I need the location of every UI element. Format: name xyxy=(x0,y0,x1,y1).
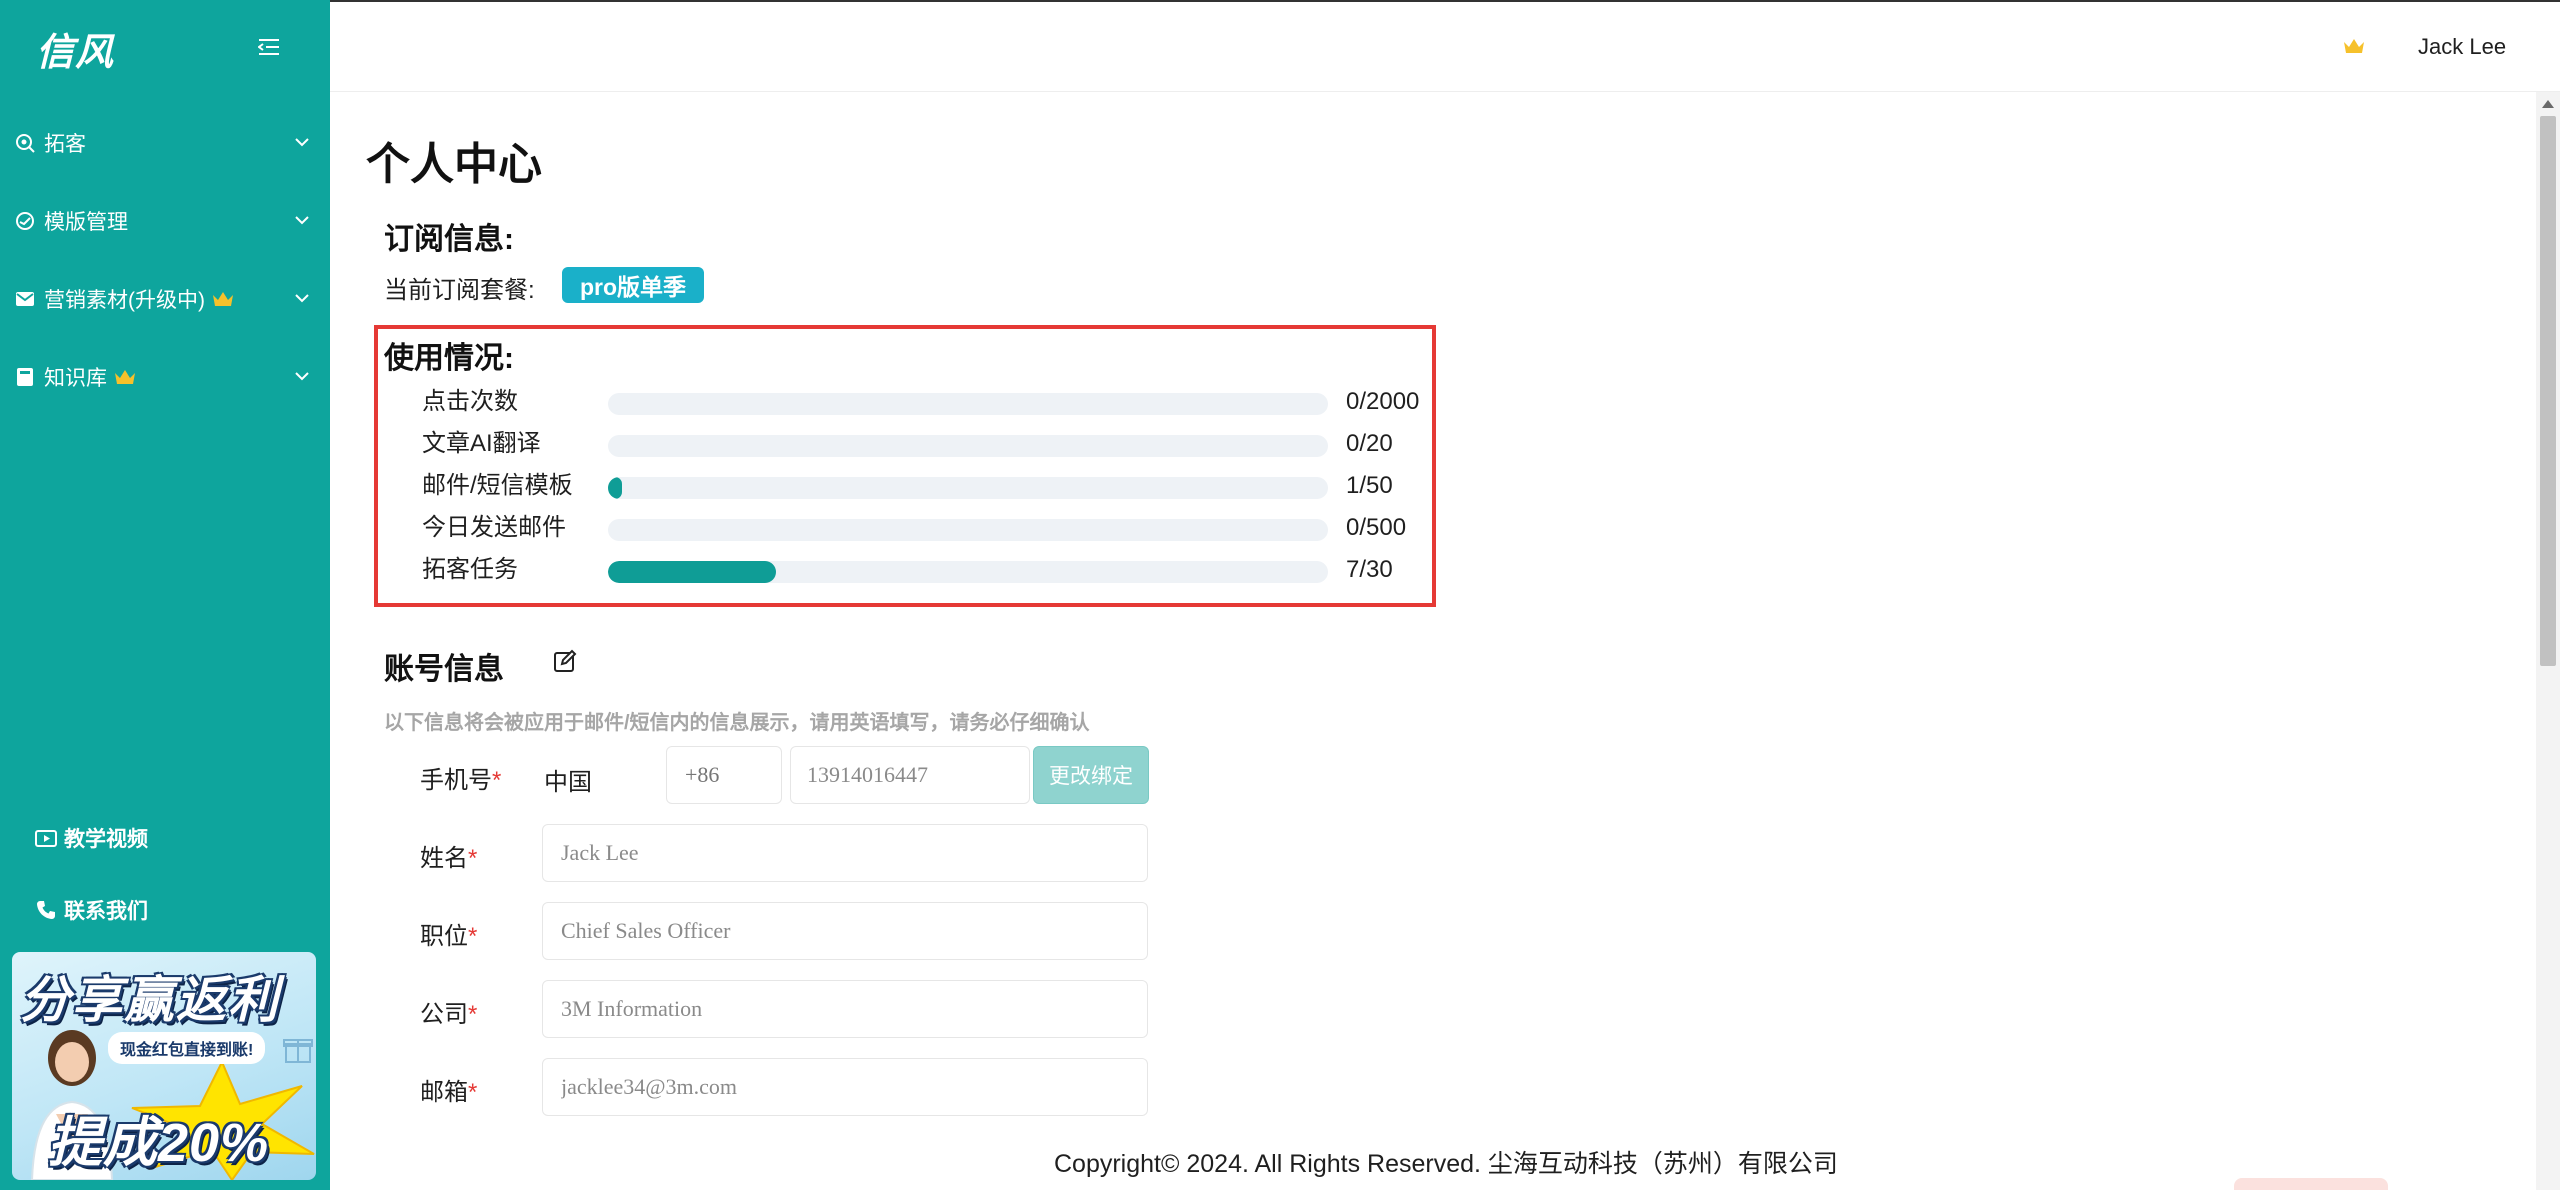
scrollbar-thumb[interactable] xyxy=(2540,116,2556,666)
sidebar-nav: 拓客 模版管理 营销素材(升级中) 知识库 xyxy=(0,104,330,416)
usage-row: 邮件/短信模板 1/50 xyxy=(378,469,1432,503)
position-input[interactable] xyxy=(542,902,1148,960)
chevron-down-icon[interactable] xyxy=(292,288,312,308)
vip-crown-icon xyxy=(113,367,137,387)
name-label-text: 姓名 xyxy=(420,845,468,872)
search-target-icon xyxy=(14,132,36,154)
phone-label-text: 手机号 xyxy=(420,767,492,794)
email-label-text: 邮箱 xyxy=(420,1079,468,1106)
usage-row: 文章AI翻译 0/20 xyxy=(378,427,1432,461)
account-hint: 以下信息将会被应用于邮件/短信内的信息展示，请用英语填写，请务必仔细确认 xyxy=(384,712,1090,734)
vip-crown-icon[interactable] xyxy=(2342,36,2366,56)
usage-label: 点击次数 xyxy=(422,388,518,415)
usage-progress-bar xyxy=(608,393,1328,415)
usage-label: 邮件/短信模板 xyxy=(422,472,573,499)
required-mark: * xyxy=(468,1079,478,1106)
phone-number-input[interactable] xyxy=(790,746,1030,804)
required-mark: * xyxy=(468,923,478,950)
gift-icon xyxy=(283,1039,313,1063)
chevron-down-icon[interactable] xyxy=(292,210,312,230)
sidebar-item-prospecting[interactable]: 拓客 xyxy=(0,104,330,182)
chevron-down-icon[interactable] xyxy=(292,132,312,152)
plan-badge: pro版单季 xyxy=(562,267,705,303)
template-gauge-icon xyxy=(14,210,36,232)
menu-collapse-icon[interactable] xyxy=(256,34,282,60)
phone-label: 手机号* xyxy=(420,760,501,795)
usage-progress-bar xyxy=(608,477,1328,499)
sidebar-item-label: 拓客 xyxy=(44,133,86,156)
account-section-title: 账号信息 xyxy=(384,653,504,686)
country-code-input[interactable] xyxy=(666,746,782,804)
book-icon xyxy=(14,366,36,388)
usage-progress-fill xyxy=(608,561,776,583)
required-mark: * xyxy=(468,845,478,872)
usage-value: 0/2000 xyxy=(1346,388,1420,415)
company-label-text: 公司 xyxy=(420,1001,468,1028)
name-label: 姓名* xyxy=(420,838,477,873)
user-menu[interactable]: Jack Lee xyxy=(2418,34,2506,60)
usage-value: 0/500 xyxy=(1346,514,1407,541)
video-play-icon xyxy=(34,826,58,850)
usage-section: 使用情况: 点击次数 0/2000 文章AI翻译 0/20 邮件/短信模板 1/… xyxy=(374,325,1436,607)
usage-label: 拓客任务 xyxy=(422,556,518,583)
edit-icon[interactable] xyxy=(552,648,578,674)
rebind-phone-button[interactable]: 更改绑定 xyxy=(1033,746,1149,804)
usage-progress-bar xyxy=(608,435,1328,457)
subscription-section-title: 订阅信息: xyxy=(384,223,514,256)
phone-icon xyxy=(34,898,58,922)
tutorial-video-link[interactable]: 教学视频 xyxy=(34,818,148,858)
usage-value: 1/50 xyxy=(1346,472,1393,499)
usage-row: 拓客任务 7/30 xyxy=(378,553,1432,587)
usage-row: 点击次数 0/2000 xyxy=(378,385,1432,419)
name-input[interactable] xyxy=(542,824,1148,882)
copyright-footer: Copyright© 2024. All Rights Reserved. 尘海… xyxy=(1054,1150,1838,1178)
sidebar-item-label: 模版管理 xyxy=(44,211,128,234)
email-input[interactable] xyxy=(542,1058,1148,1116)
usage-progress-bar xyxy=(608,519,1328,541)
mail-icon xyxy=(14,288,36,310)
required-mark: * xyxy=(492,767,502,794)
app-logo[interactable]: 信风 xyxy=(36,21,114,76)
country-select[interactable]: 中国 xyxy=(544,762,592,797)
plan-label: 当前订阅套餐: xyxy=(384,277,535,304)
company-input[interactable] xyxy=(542,980,1148,1038)
usage-row: 今日发送邮件 0/500 xyxy=(378,511,1432,545)
usage-label: 文章AI翻译 xyxy=(422,430,541,457)
logo-row: 信风 xyxy=(0,0,330,96)
usage-progress-bar xyxy=(608,561,1328,583)
required-mark: * xyxy=(468,1001,478,1028)
scroll-up-icon[interactable] xyxy=(2540,98,2556,110)
tutorial-video-label: 教学视频 xyxy=(64,828,148,851)
email-label: 邮箱* xyxy=(420,1072,477,1107)
contact-us-label: 联系我们 xyxy=(64,900,148,923)
promo-commission: 提成20% xyxy=(48,1113,270,1173)
usage-progress-fill xyxy=(608,477,623,499)
top-header: Jack Lee xyxy=(330,0,2560,92)
usage-value: 0/20 xyxy=(1346,430,1393,457)
vip-crown-icon xyxy=(211,289,235,309)
referral-promo-banner[interactable]: 分享赢返利 现金红包直接到账! 提成20% xyxy=(12,952,316,1180)
usage-value: 7/30 xyxy=(1346,556,1393,583)
page-title: 个人中心 xyxy=(366,140,542,189)
position-label: 职位* xyxy=(420,916,477,951)
position-label-text: 职位 xyxy=(420,923,468,950)
sidebar-item-label: 知识库 xyxy=(44,367,107,390)
sidebar-item-label: 营销素材(升级中) xyxy=(44,289,205,312)
promo-title: 分享赢返利 xyxy=(20,972,280,1028)
sidebar-item-marketing[interactable]: 营销素材(升级中) xyxy=(0,260,330,338)
floating-tab[interactable] xyxy=(2234,1178,2388,1190)
usage-label: 今日发送邮件 xyxy=(422,514,566,541)
promo-subtitle: 现金红包直接到账! xyxy=(108,1032,266,1064)
sidebar-item-templates[interactable]: 模版管理 xyxy=(0,182,330,260)
contact-us-link[interactable]: 联系我们 xyxy=(34,890,148,930)
chevron-down-icon[interactable] xyxy=(292,366,312,386)
company-label: 公司* xyxy=(420,994,477,1029)
usage-section-title: 使用情况: xyxy=(384,342,514,375)
sidebar: 信风 拓客 模版管理 营销素材(升级中) 知识库 教学视频 联系我们 分享赢返利… xyxy=(0,0,330,1190)
sidebar-item-knowledge[interactable]: 知识库 xyxy=(0,338,330,416)
